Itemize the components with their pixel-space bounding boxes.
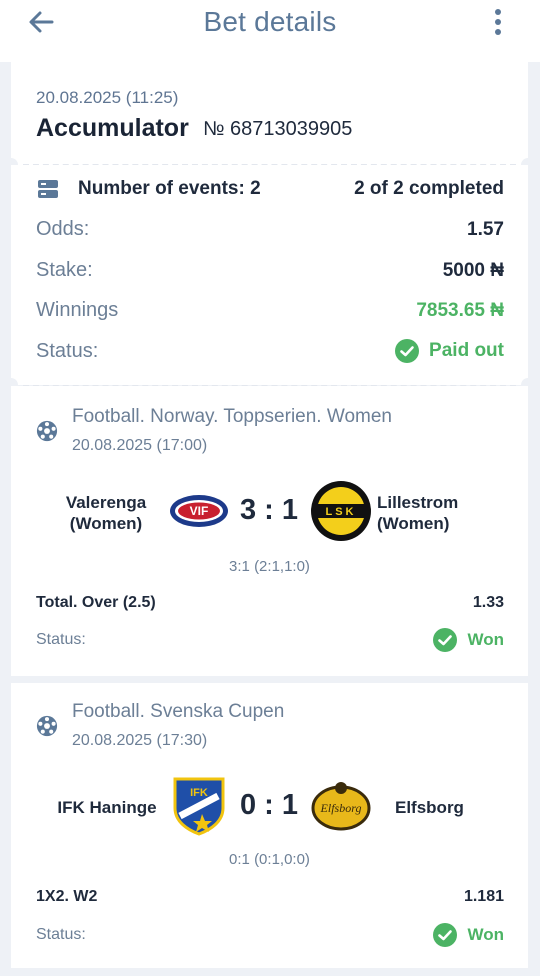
away-logo-text: LSK: [326, 506, 357, 518]
home-logo-text: VIF: [190, 504, 209, 518]
market-odds: 1.33: [472, 594, 504, 611]
bet-number: № 68713039905: [203, 118, 353, 140]
event-card[interactable]: Football. Norway. Toppserien. Women 20.0…: [4, 386, 535, 690]
events-completed: 2 of 2 completed: [354, 178, 504, 199]
football-icon: [36, 715, 58, 737]
events-count: Number of events: 2: [78, 178, 261, 199]
status-value: Paid out: [429, 340, 504, 361]
bet-header-card: 20.08.2025 (11:25) Accumulator № 6871303…: [4, 62, 535, 172]
more-menu-button[interactable]: [486, 8, 510, 38]
away-team: Elfsborg: [395, 798, 464, 817]
valerenga-logo: VIF: [170, 495, 228, 527]
football-icon: [36, 420, 58, 442]
odds-label: Odds:: [36, 218, 90, 240]
stake-label: Stake:: [36, 259, 93, 281]
elfsborg-logo: Elfsborg: [311, 782, 371, 831]
top-bar: Bet details: [0, 0, 540, 62]
event-league: Football. Svenska Cupen: [72, 701, 285, 722]
list-icon: [38, 180, 58, 198]
lillestrom-logo: LSK: [311, 481, 371, 541]
event-datetime: 20.08.2025 (17:30): [72, 732, 208, 749]
winnings-label: Winnings: [36, 299, 119, 321]
event-score: 0 : 1: [239, 789, 299, 821]
event-score: 3 : 1: [239, 494, 299, 526]
more-vertical-icon: [495, 9, 501, 35]
odds-value: 1.57: [467, 218, 504, 240]
away-logo-text: Elfsborg: [320, 801, 362, 815]
page-title: Bet details: [203, 6, 337, 37]
status-label: Status:: [36, 339, 99, 362]
market-name: Total. Over (2.5): [36, 594, 156, 611]
event-status-label: Status:: [36, 631, 86, 648]
event-league: Football. Norway. Toppserien. Women: [72, 406, 392, 427]
score-detail: 0:1 (0:1,0:0): [229, 851, 310, 868]
home-team: IFK Haninge: [57, 798, 157, 817]
check-circle-icon: [395, 339, 420, 363]
score-detail: 3:1 (2:1,1:0): [229, 558, 310, 575]
event-status-label: Status:: [36, 926, 86, 943]
away-team: Lillestrom (Women): [377, 493, 459, 533]
ifk-haninge-logo: IFK: [173, 777, 225, 836]
winnings-value: 7853.65 ₦: [416, 299, 504, 321]
bet-summary-card: Number of events: 2 2 of 2 completed Odd…: [4, 165, 535, 392]
stake-value: 5000 ₦: [442, 259, 504, 281]
market-odds: 1.181: [463, 888, 504, 905]
bet-datetime: 20.08.2025 (11:25): [36, 88, 179, 107]
bet-type: Accumulator: [36, 114, 189, 142]
check-circle-icon: [433, 923, 458, 947]
home-logo-text: IFK: [190, 787, 208, 799]
event-card[interactable]: Football. Svenska Cupen 20.08.2025 (17:3…: [11, 683, 528, 968]
event-datetime: 20.08.2025 (17:00): [72, 437, 208, 454]
event-status-value: Won: [467, 925, 504, 944]
market-name: 1X2. W2: [36, 888, 98, 905]
check-circle-icon: [433, 628, 458, 652]
event-status-value: Won: [467, 630, 504, 649]
home-team: Valerenga (Women): [65, 493, 147, 533]
